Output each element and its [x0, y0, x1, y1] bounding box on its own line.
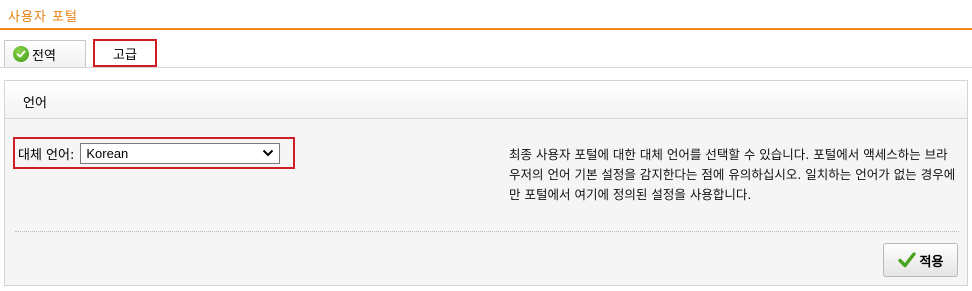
fallback-language-field: 대체 언어: Korean [13, 137, 295, 169]
panel-header: 언어 [5, 81, 967, 119]
section-title: 언어 [23, 96, 47, 111]
page-title: 사용자 포털 [8, 10, 78, 25]
tab-advanced[interactable]: 고급 [93, 39, 157, 67]
fallback-language-value: Korean [86, 145, 129, 161]
fallback-language-label: 대체 언어: [18, 147, 75, 163]
tab-global[interactable]: 전역 [4, 40, 86, 67]
chevron-down-icon [263, 149, 274, 157]
language-panel: 언어 대체 언어: Korean 최종 사용자 포털에 대한 대체 언어를 선택… [4, 80, 968, 286]
fallback-language-select[interactable]: Korean [80, 142, 281, 164]
checkmark-icon [897, 252, 916, 268]
page-header: 사용자 포털 [0, 0, 972, 30]
tab-bar: 전역 고급 [0, 30, 972, 68]
apply-button[interactable]: 적용 [883, 243, 958, 277]
check-circle-icon [13, 46, 29, 62]
help-text: 최종 사용자 포털에 대한 대체 언어를 선택할 수 있습니다. 포털에서 액세… [509, 147, 956, 202]
tab-global-label: 전역 [32, 48, 56, 64]
divider [15, 231, 959, 232]
tab-advanced-label: 고급 [113, 47, 137, 63]
apply-button-label: 적용 [919, 254, 944, 270]
